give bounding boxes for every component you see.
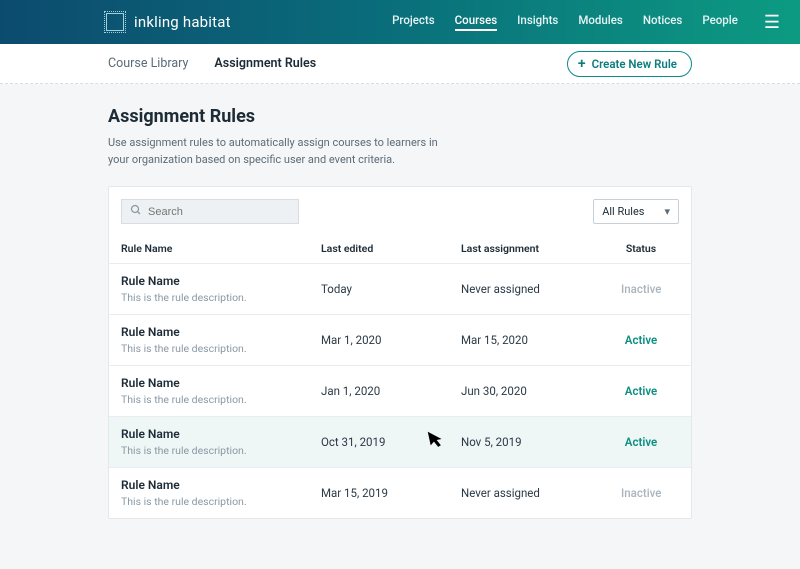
- page-title: Assignment Rules: [108, 106, 692, 127]
- rule-name: Rule Name: [121, 427, 321, 441]
- col-name: Rule Name: [121, 242, 321, 255]
- plus-icon: +: [578, 57, 586, 71]
- rule-name: Rule Name: [121, 478, 321, 492]
- rule-desc: This is the rule description.: [121, 495, 321, 508]
- col-status: Status: [621, 242, 679, 255]
- brand-name: inkling habitat: [134, 13, 231, 31]
- chevron-down-icon: ▾: [664, 205, 670, 218]
- cell-assigned: Mar 15, 2020: [461, 333, 621, 347]
- rule-desc: This is the rule description.: [121, 342, 321, 355]
- brand-logo-icon: [106, 13, 124, 31]
- cell-edited: Mar 15, 2019: [321, 486, 461, 500]
- nav-link-insights[interactable]: Insights: [517, 13, 558, 31]
- rule-name: Rule Name: [121, 274, 321, 288]
- table-row[interactable]: Rule Name This is the rule description.Oc…: [109, 416, 691, 467]
- filter-dropdown[interactable]: All Rules ▾: [593, 199, 679, 224]
- col-edited: Last edited: [321, 242, 461, 255]
- brand: inkling habitat: [106, 13, 231, 31]
- cell-assigned: Jun 30, 2020: [461, 384, 621, 398]
- rule-desc: This is the rule description.: [121, 291, 321, 304]
- cell-status: Active: [621, 384, 679, 398]
- rule-name: Rule Name: [121, 376, 321, 390]
- create-rule-label: Create New Rule: [592, 57, 677, 71]
- cell-edited: Jan 1, 2020: [321, 384, 461, 398]
- cell-edited: Today: [321, 282, 461, 296]
- table-body: Rule NameThis is the rule description.To…: [109, 263, 691, 518]
- cell-assigned: Nov 5, 2019: [461, 435, 621, 449]
- rule-desc: This is the rule description.: [121, 393, 321, 406]
- nav-link-projects[interactable]: Projects: [392, 13, 435, 31]
- col-assigned: Last assignment: [461, 242, 621, 255]
- nav-links: Projects Courses Insights Modules Notices Peo…: [392, 13, 738, 31]
- sub-tab-assignment-rules[interactable]: Assignment Rules: [214, 56, 316, 71]
- cell-status: Active: [621, 435, 679, 449]
- cell-status: Active: [621, 333, 679, 347]
- cell-edited: Mar 1, 2020: [321, 333, 461, 347]
- table-row[interactable]: Rule Name This is the rule description.Ma…: [109, 467, 691, 518]
- table-row[interactable]: Rule Name This is the rule description.To…: [109, 263, 691, 314]
- page-content: Assignment Rules Use assignment rules to…: [0, 84, 800, 519]
- table-header: Rule Name Last edited Last assignment St…: [109, 234, 691, 263]
- page-description: Use assignment rules to automatically as…: [108, 135, 438, 168]
- sub-tab-course-library[interactable]: Course Library: [108, 56, 188, 71]
- search-field[interactable]: [121, 199, 299, 224]
- nav-link-modules[interactable]: Modules: [578, 13, 622, 31]
- cell-status: Inactive: [621, 282, 679, 296]
- sub-nav: Course Library Assignment Rules + Create …: [0, 44, 800, 84]
- menu-icon[interactable]: ☰: [764, 12, 780, 33]
- cell-assigned: Never assigned: [461, 486, 621, 500]
- table-row[interactable]: Rule NameThis is the rule description.Ma…: [109, 314, 691, 365]
- top-nav: inkling habitat Projects Courses Insights M…: [0, 0, 800, 44]
- search-icon: [130, 204, 142, 219]
- cell-edited: Oct 31, 2019: [321, 435, 461, 449]
- cell-status: Inactive: [621, 486, 679, 500]
- search-input[interactable]: [148, 206, 290, 218]
- rule-name: Rule Name: [121, 325, 321, 339]
- create-rule-button[interactable]: + Create New Rule: [567, 51, 692, 77]
- nav-link-courses[interactable]: Courses: [455, 13, 498, 31]
- nav-link-notices[interactable]: Notices: [643, 13, 683, 31]
- filter-label: All Rules: [602, 205, 644, 218]
- rules-card: All Rules ▾ Rule Name Last edited Last a…: [108, 186, 692, 519]
- nav-link-people[interactable]: People: [702, 13, 738, 31]
- table-row[interactable]: Rule Name This is the rule description.Ja…: [109, 365, 691, 416]
- card-toolbar: All Rules ▾: [109, 187, 691, 234]
- rule-desc: This is the rule description.: [121, 444, 321, 457]
- cell-assigned: Never assigned: [461, 282, 621, 296]
